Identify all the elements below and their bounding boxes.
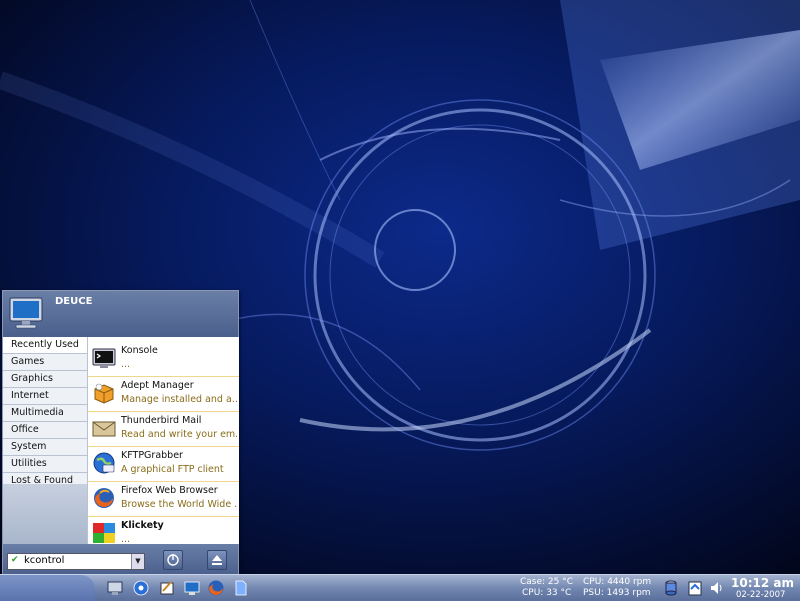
terminal-icon [92, 348, 116, 368]
cpu-fan-speed: CPU: 4440 rpm [583, 577, 652, 587]
clock-date[interactable]: 02-22-2007 [736, 590, 785, 600]
app-title: Konsole [121, 345, 158, 356]
eject-button[interactable] [207, 550, 227, 570]
search-input-value: kcontrol [24, 555, 65, 566]
case-temperature: Case: 25 °C [520, 577, 574, 587]
app-item-konsole[interactable]: Konsole ... [88, 342, 239, 377]
computer-monitor-icon [9, 297, 43, 329]
system-monitor-icon[interactable] [183, 579, 201, 597]
app-item-thunderbird[interactable]: Thunderbird Mail Read and write your em.… [88, 412, 239, 447]
category-games[interactable]: Games [3, 354, 87, 371]
taskbar: Case: 25 °C CPU: 33 °C CPU: 4440 rpm PSU… [0, 574, 800, 601]
search-input[interactable]: ✔ kcontrol ▼ [7, 553, 145, 570]
firefox-icon [94, 488, 114, 508]
ftp-globe-icon [93, 452, 115, 474]
app-description: Read and write your em... [121, 429, 237, 440]
kmenu-button[interactable] [0, 575, 95, 601]
app-title: KFTPGrabber [121, 450, 183, 461]
app-item-firefox[interactable]: Firefox Web Browser Browse the World Wid… [88, 482, 239, 517]
app-description: A graphical FTP client [121, 464, 224, 475]
menu-footer: ✔ kcontrol ▼ [3, 544, 238, 576]
network-icon[interactable] [132, 579, 150, 597]
app-item-kftpgrabber[interactable]: KFTPGrabber A graphical FTP client [88, 447, 239, 482]
cpu-temperature: CPU: 33 °C [522, 588, 572, 598]
category-panel-fill [3, 484, 87, 544]
menu-header: DEUCE [3, 291, 238, 337]
app-title: Adept Manager [121, 380, 194, 391]
psu-fan-speed: PSU: 1493 rpm [583, 588, 651, 598]
app-description: Browse the World Wide ... [121, 499, 237, 510]
app-title: Klickety [121, 520, 164, 531]
category-recently-used[interactable]: Recently Used [3, 337, 87, 354]
category-multimedia[interactable]: Multimedia [3, 405, 87, 422]
app-description: Manage installed and a... [121, 394, 237, 405]
app-title: Thunderbird Mail [121, 415, 202, 426]
clock-time[interactable]: 10:12 am [731, 576, 794, 590]
firefox-icon[interactable] [207, 579, 225, 597]
application-list: Konsole ... Adept Manager Manage install… [87, 337, 239, 545]
volume-speaker-icon[interactable] [708, 579, 726, 597]
power-icon [167, 554, 179, 566]
category-system[interactable]: System [3, 439, 87, 456]
app-item-adept-manager[interactable]: Adept Manager Manage installed and a... [88, 377, 239, 412]
power-button[interactable] [163, 550, 183, 570]
clipboard-icon[interactable] [686, 579, 704, 597]
category-utilities[interactable]: Utilities [3, 456, 87, 473]
klickety-blocks-icon [93, 523, 115, 543]
app-description: ... [121, 359, 131, 370]
package-box-icon [94, 383, 114, 404]
editor-icon[interactable] [158, 579, 176, 597]
category-office[interactable]: Office [3, 422, 87, 439]
category-internet[interactable]: Internet [3, 388, 87, 405]
dropdown-arrow-icon[interactable]: ▼ [131, 554, 144, 569]
menu-username: DEUCE [55, 296, 93, 307]
show-desktop-icon[interactable] [106, 579, 124, 597]
document-icon[interactable] [232, 579, 250, 597]
mail-envelope-icon [92, 421, 116, 437]
app-title: Firefox Web Browser [121, 485, 218, 496]
start-menu: DEUCE Recently Used Games Graphics Inter… [2, 290, 239, 577]
storage-drive-icon[interactable] [662, 579, 680, 597]
eject-icon [212, 555, 222, 565]
category-graphics[interactable]: Graphics [3, 371, 87, 388]
checkmark-icon: ✔ [11, 555, 19, 565]
